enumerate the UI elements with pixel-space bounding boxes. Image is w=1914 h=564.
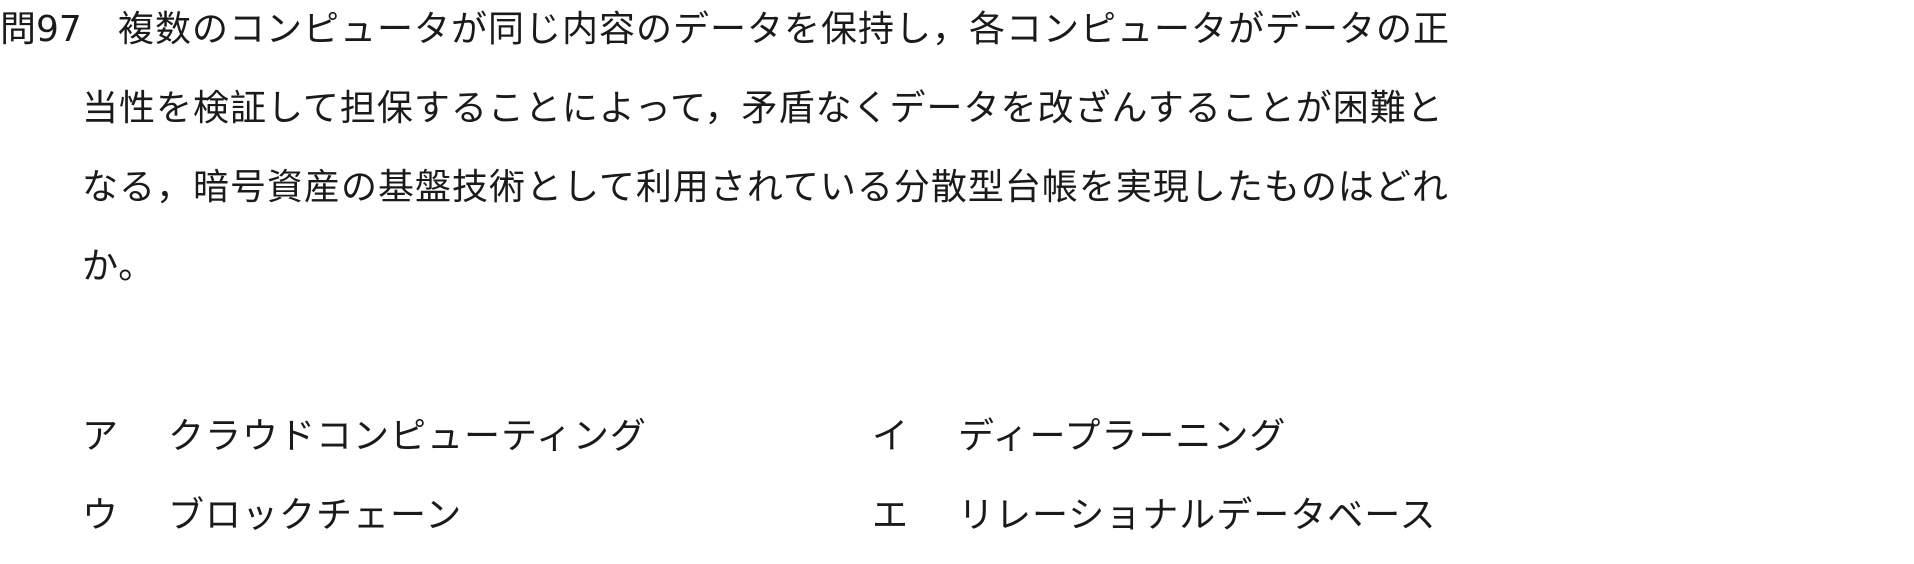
choice-i: イ ディープラーニング bbox=[872, 415, 1286, 459]
choice-a: ア クラウドコンピューティング bbox=[82, 415, 647, 459]
question-number: 問97 bbox=[0, 9, 82, 50]
choice-text: リレーショナルデータベース bbox=[958, 495, 1437, 536]
choice-text: ブロックチェーン bbox=[168, 495, 463, 536]
choice-text: クラウドコンピューティング bbox=[168, 416, 647, 457]
exam-question: 問97 複数のコンピュータが同じ内容のデータを保持し，各コンピュータがデータの正 … bbox=[0, 0, 1914, 564]
question-text-line: 当性を検証して担保することによって，矛盾なくデータを改ざんすることが困難と bbox=[82, 88, 1444, 129]
question-line-2: 当性を検証して担保することによって，矛盾なくデータを改ざんすることが困難と bbox=[82, 87, 1444, 131]
question-text-line: 複数のコンピュータが同じ内容のデータを保持し，各コンピュータがデータの正 bbox=[118, 9, 1451, 50]
question-line-3: なる，暗号資産の基盤技術として利用されている分散型台帳を実現したものはどれ bbox=[82, 166, 1449, 210]
choice-letter: ア bbox=[82, 416, 120, 457]
choice-letter: イ bbox=[872, 416, 910, 457]
question-text-line: か。 bbox=[82, 246, 156, 287]
question-text-line: なる，暗号資産の基盤技術として利用されている分散型台帳を実現したものはどれ bbox=[82, 167, 1449, 208]
question-line-4: か。 bbox=[82, 245, 155, 289]
question-line-1: 問97 複数のコンピュータが同じ内容のデータを保持し，各コンピュータがデータの正 bbox=[0, 8, 1450, 52]
choice-e: エ リレーショナルデータベース bbox=[872, 494, 1436, 538]
choice-text: ディープラーニング bbox=[958, 416, 1287, 457]
choice-letter: エ bbox=[872, 495, 910, 536]
choice-letter: ウ bbox=[82, 495, 120, 536]
choice-u: ウ ブロックチェーン bbox=[82, 494, 462, 538]
